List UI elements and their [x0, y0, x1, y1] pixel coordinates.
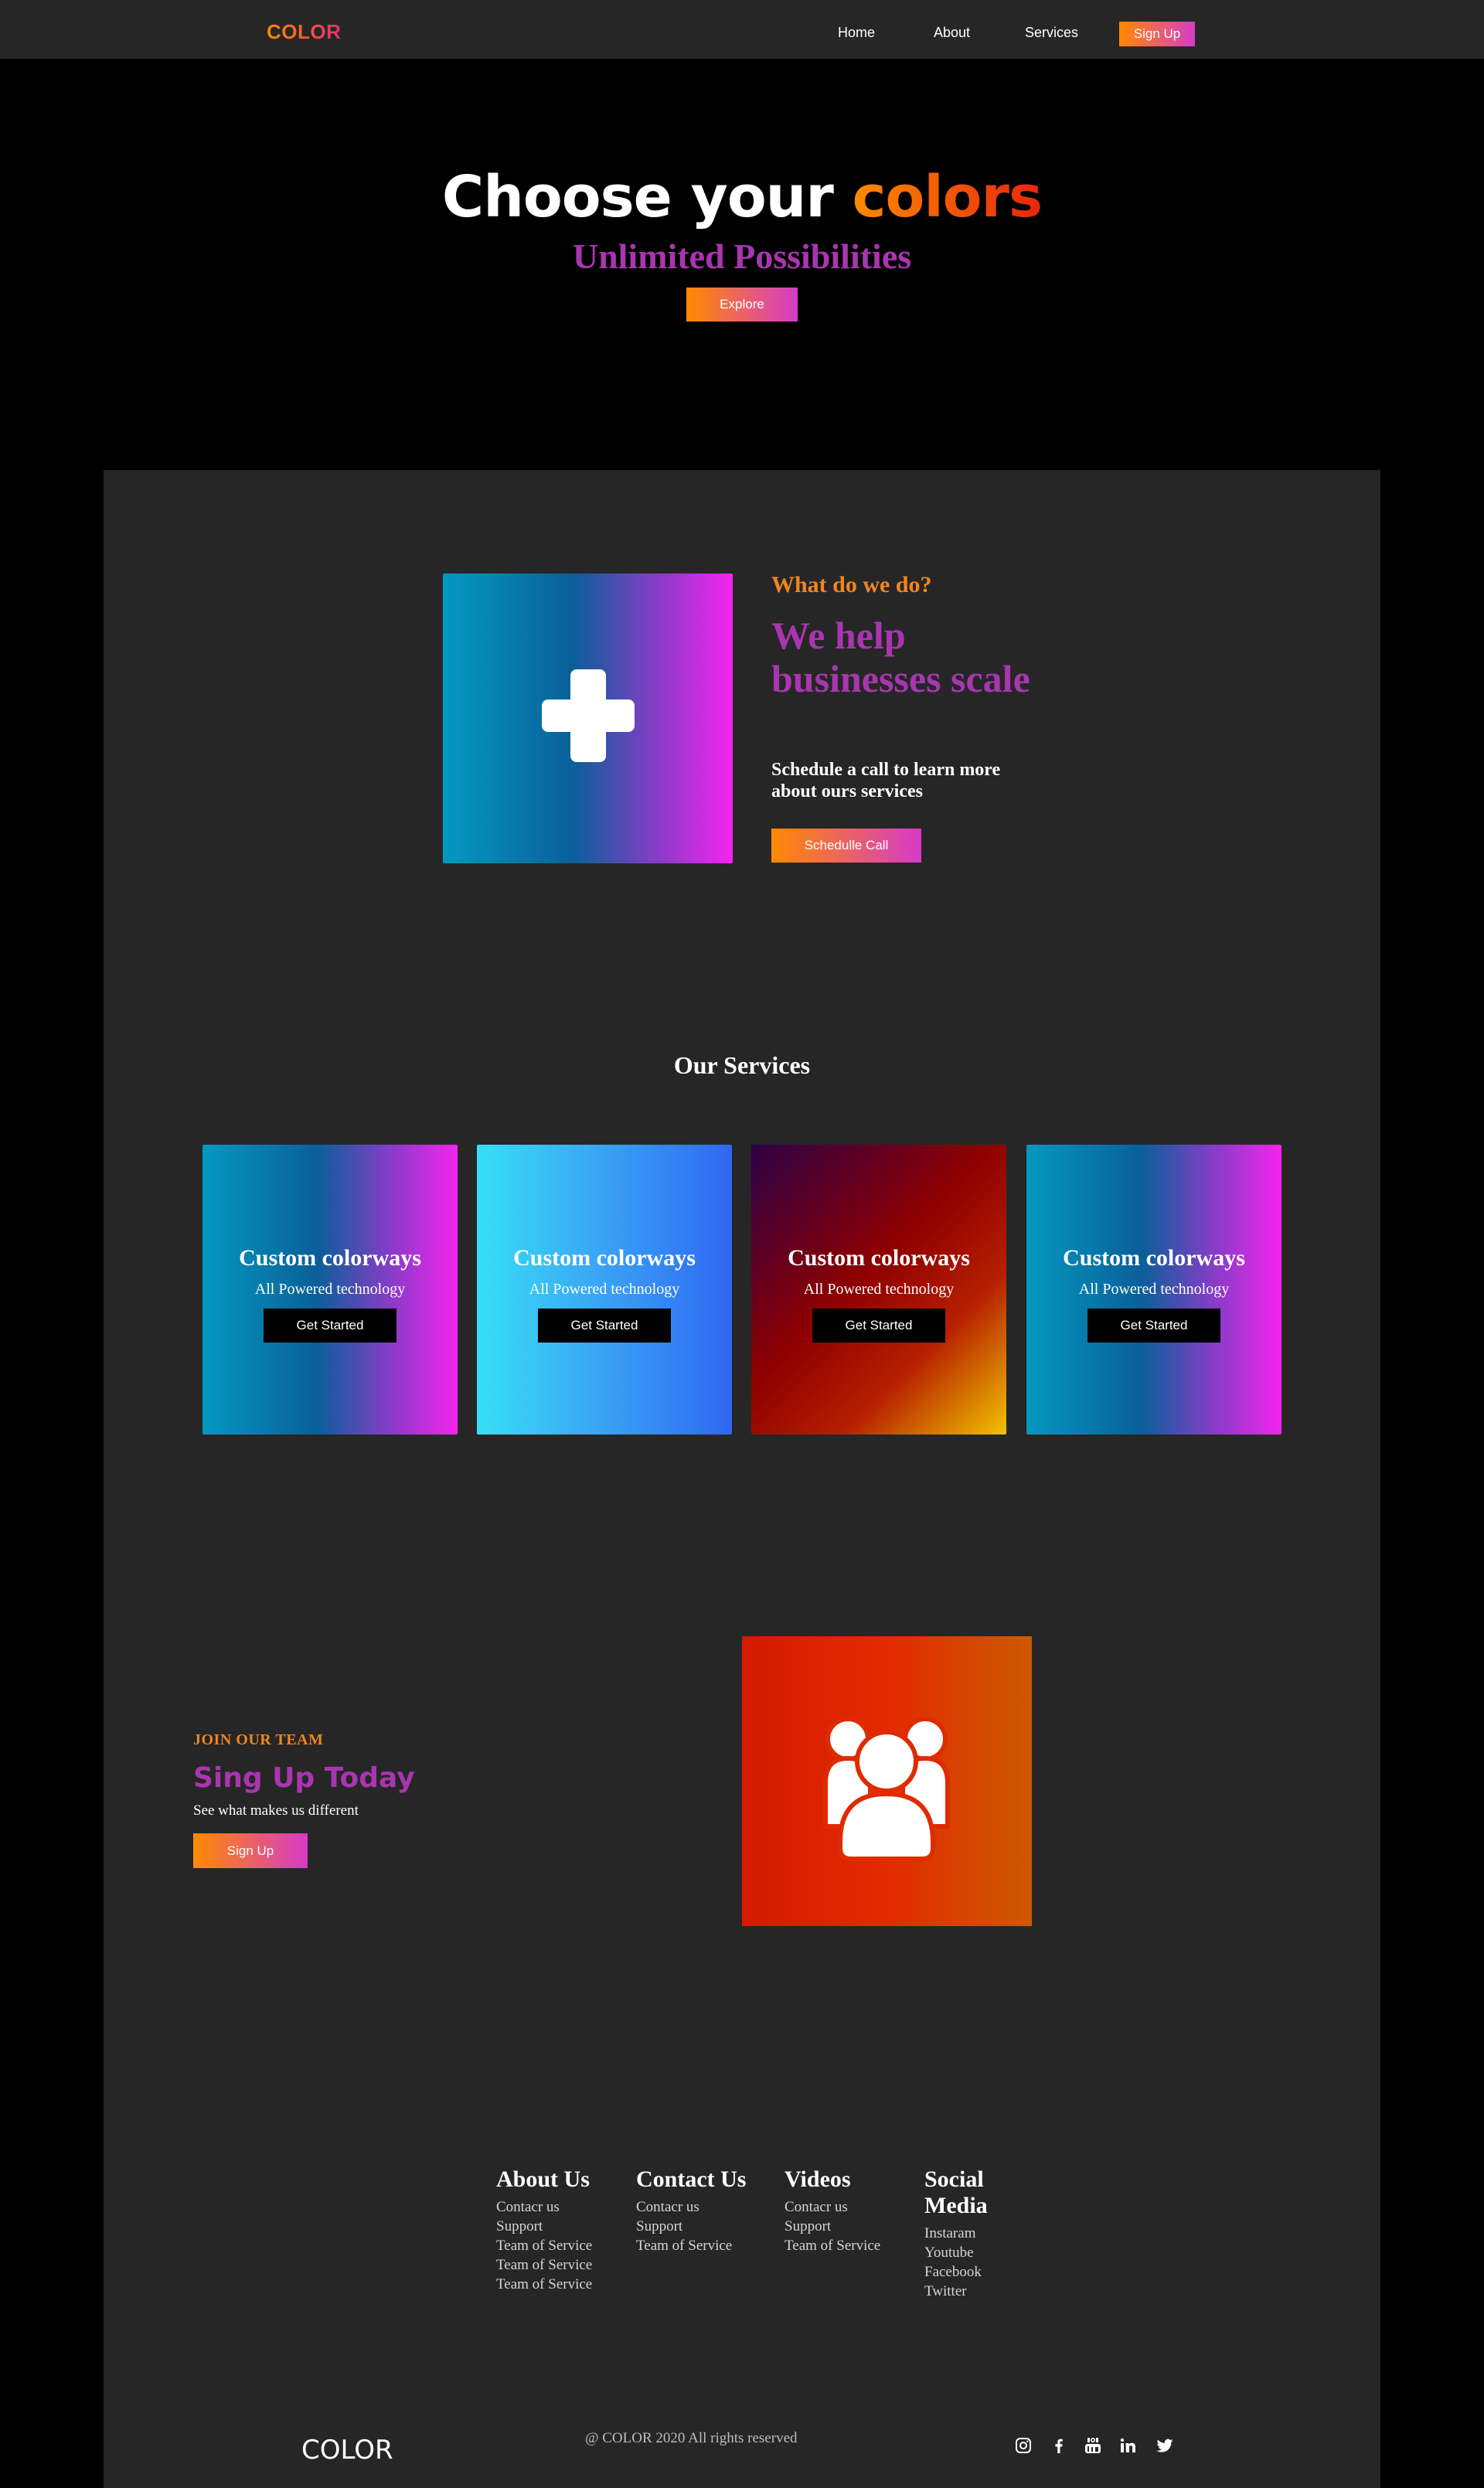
linkedin-icon[interactable] — [1118, 2436, 1137, 2455]
footer-link[interactable]: Team of Service — [496, 2236, 592, 2255]
join-eyebrow: JOIN OUR TEAM — [193, 1731, 324, 1748]
logo[interactable]: COLOR — [267, 20, 341, 44]
explore-button[interactable]: Explore — [686, 288, 798, 322]
footer-link[interactable]: Support — [785, 2217, 880, 2236]
footer-link[interactable]: Contacr us — [496, 2197, 592, 2217]
schedule-call-button[interactable]: Schedulle Call — [771, 829, 921, 863]
footer-column-about: About Us Contacr us Support Team of Serv… — [496, 2166, 592, 2294]
help-image — [443, 573, 733, 863]
footer-heading: Videos — [785, 2166, 851, 2192]
footer-link[interactable]: Twitter — [924, 2282, 1017, 2301]
service-card-title: Custom colorways — [788, 1245, 970, 1271]
service-card: Custom colorways All Powered technology … — [477, 1145, 732, 1435]
help-title: We help businesses scale — [771, 614, 1030, 700]
join-title: Sing Up Today — [193, 1762, 415, 1794]
service-card-subtitle: All Powered technology — [254, 1281, 406, 1298]
service-card-title: Custom colorways — [239, 1245, 421, 1271]
footer-link[interactable]: Team of Service — [785, 2236, 880, 2255]
nav-signup-button[interactable]: Sign Up — [1119, 22, 1195, 46]
footer-link[interactable]: Team of Service — [496, 2255, 592, 2275]
footer-link[interactable]: Support — [636, 2217, 747, 2236]
service-card-subtitle: All Powered technology — [1078, 1281, 1230, 1298]
footer-link[interactable]: Team of Service — [636, 2236, 747, 2255]
service-card: Custom colorways All Powered technology … — [203, 1145, 458, 1435]
hero-title-accent: colors — [852, 164, 1043, 230]
nav-link-services[interactable]: Services — [1025, 25, 1078, 41]
footer-logo[interactable]: COLOR — [301, 2435, 393, 2466]
youtube-icon[interactable] — [1084, 2436, 1102, 2455]
get-started-button[interactable]: Get Started — [1087, 1309, 1220, 1343]
services-title: Our Services — [673, 1051, 811, 1079]
service-card-title: Custom colorways — [1063, 1245, 1245, 1271]
footer-column-social: Social Media Instaram Youtube Facebook T… — [924, 2166, 1017, 2301]
footer-link[interactable]: Instaram — [924, 2224, 1017, 2243]
nav-link-home[interactable]: Home — [838, 25, 875, 41]
footer-link[interactable]: Contacr us — [785, 2197, 880, 2217]
service-card: Custom colorways All Powered technology … — [751, 1145, 1006, 1435]
nav-link-about[interactable]: About — [934, 25, 970, 41]
footer-column-contact: Contact Us Contacr us Support Team of Se… — [636, 2166, 747, 2255]
footer-heading: Contact Us — [636, 2166, 747, 2192]
service-card-subtitle: All Powered technology — [529, 1281, 680, 1298]
footer-heading: Social Media — [924, 2166, 988, 2218]
help-eyebrow: What do we do? — [771, 572, 932, 597]
footer-copyright: @ COLOR 2020 All rights reserved — [585, 2430, 798, 2446]
service-card-subtitle: All Powered technology — [803, 1281, 955, 1298]
team-image — [742, 1636, 1032, 1926]
service-card-title: Custom colorways — [513, 1245, 696, 1271]
footer-link[interactable]: Support — [496, 2217, 592, 2236]
join-signup-button[interactable]: Sign Up — [193, 1833, 308, 1868]
navbar: COLOR Home About Services Sign Up — [0, 0, 1484, 59]
get-started-button[interactable]: Get Started — [538, 1309, 671, 1343]
get-started-button[interactable]: Get Started — [812, 1309, 945, 1343]
footer-link[interactable]: Team of Service — [496, 2275, 592, 2294]
instagram-icon[interactable] — [1014, 2436, 1033, 2455]
hero-subtitle: Unlimited Possibilities — [572, 237, 912, 276]
footer-link[interactable]: Contacr us — [636, 2197, 747, 2217]
footer-column-videos: Videos Contacr us Support Team of Servic… — [785, 2166, 880, 2255]
facebook-icon[interactable] — [1050, 2436, 1068, 2455]
help-description: Schedule a call to learn more about ours… — [771, 760, 1001, 802]
footer-link[interactable]: Facebook — [924, 2262, 1017, 2282]
footer-heading: About Us — [496, 2166, 590, 2192]
join-description: See what makes us different — [193, 1802, 359, 1819]
users-icon — [823, 1717, 950, 1861]
hero-title-main: Choose your — [441, 164, 853, 230]
footer-link[interactable]: Youtube — [924, 2243, 1017, 2262]
service-card: Custom colorways All Powered technology … — [1026, 1145, 1281, 1435]
twitter-icon[interactable] — [1156, 2436, 1174, 2455]
hero-title: Choose your colors — [0, 164, 1484, 230]
get-started-button[interactable]: Get Started — [264, 1309, 397, 1343]
